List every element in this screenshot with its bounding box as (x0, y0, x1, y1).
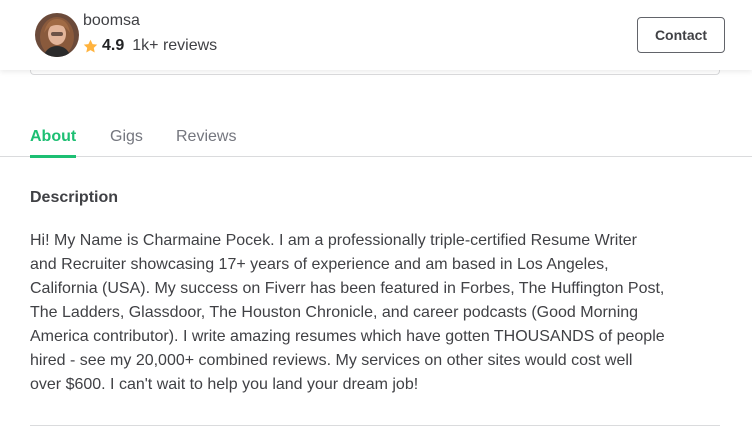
seller-profile-page: boomsa 4.9 1k+ reviews Contact About Gig… (0, 0, 752, 443)
profile-tabs: About Gigs Reviews (0, 118, 752, 158)
description-line: Hi! My Name is Charmaine Pocek. I am a p… (30, 232, 638, 249)
description-title: Description (30, 189, 119, 206)
description-line: The Ladders, Glassdoor, The Houston Chro… (30, 304, 639, 321)
description-line: America contributor). I write amazing re… (30, 328, 665, 345)
avatar-photo (35, 13, 79, 57)
description-line: over $600. I can't wait to help you land… (30, 376, 419, 393)
seller-rating: 4.9 1k+ reviews (83, 37, 217, 55)
avatar[interactable] (35, 13, 79, 57)
tab-reviews[interactable]: Reviews (176, 128, 236, 155)
description-line: and Recruiter showcasing 17+ years of ex… (30, 256, 609, 273)
section-divider (30, 425, 720, 426)
seller-header: boomsa 4.9 1k+ reviews Contact (0, 0, 752, 70)
description-line: hired - see my 20,000+ combined reviews.… (30, 352, 633, 369)
description-line: California (USA). My success on Fiverr h… (30, 280, 665, 297)
contact-button[interactable]: Contact (637, 17, 725, 53)
rating-score: 4.9 (102, 37, 125, 54)
review-count: 1k+ reviews (132, 37, 218, 54)
description-text: Hi! My Name is Charmaine Pocek. I am a p… (30, 229, 730, 397)
seller-name[interactable]: boomsa (83, 12, 140, 30)
tab-gigs[interactable]: Gigs (110, 128, 143, 155)
tab-about[interactable]: About (30, 128, 77, 158)
star-icon (83, 39, 98, 52)
